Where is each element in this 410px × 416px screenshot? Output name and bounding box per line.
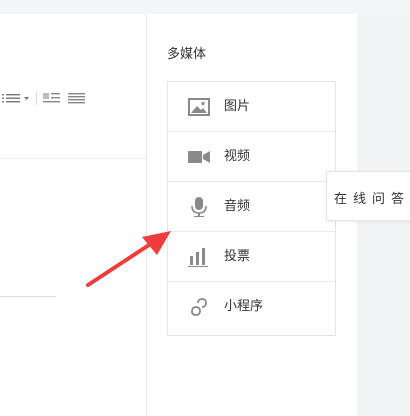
online-qa-text: 在线问答 (334, 192, 410, 207)
media-item-image[interactable]: 图片 (168, 82, 335, 132)
float-right-icon[interactable] (68, 90, 86, 106)
media-item-label: 图片 (224, 99, 251, 114)
media-list: 图片 视频 音频 投票 小程序 (167, 81, 336, 336)
editor-area[interactable] (0, 14, 146, 416)
float-left-icon[interactable] (43, 90, 61, 106)
media-item-label: 视频 (224, 149, 251, 164)
microphone-icon (191, 197, 207, 217)
list-dropdown-icon[interactable] (2, 90, 32, 106)
bar-chart-icon (188, 248, 208, 267)
media-item-label: 音频 (224, 199, 251, 214)
media-item-vote[interactable]: 投票 (168, 232, 335, 282)
media-item-video[interactable]: 视频 (168, 132, 335, 182)
media-item-label: 小程序 (224, 299, 264, 314)
media-item-audio[interactable]: 音频 (168, 182, 335, 232)
mini-program-icon (191, 298, 207, 316)
editor-underline (0, 296, 56, 297)
editor-toolbar (0, 90, 140, 106)
video-camera-icon (188, 151, 210, 163)
media-item-mini-program[interactable]: 小程序 (168, 282, 335, 332)
editor-rule (0, 158, 146, 159)
online-qa-popover[interactable]: 在线问答 (326, 171, 410, 221)
panel-title: 多媒体 (167, 47, 207, 62)
toolbar-separator (36, 91, 37, 105)
top-strip (0, 0, 410, 14)
image-icon (188, 98, 210, 116)
media-item-label: 投票 (224, 249, 251, 264)
